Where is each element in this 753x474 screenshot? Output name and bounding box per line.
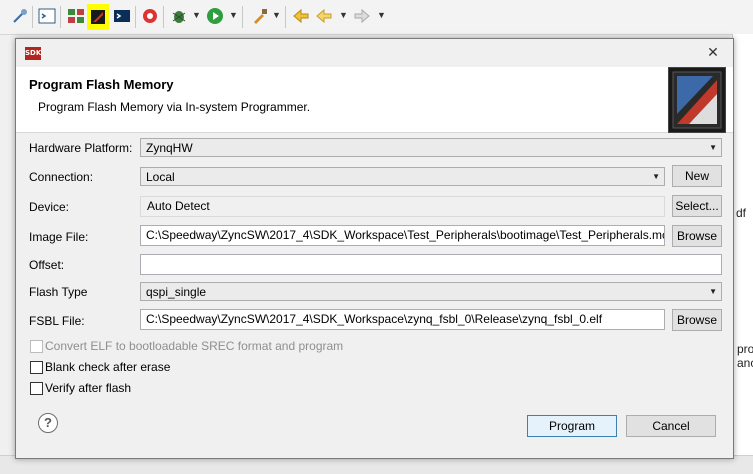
chevron-down-icon: ▼ xyxy=(709,143,717,152)
dialog-description: Program Flash Memory via In-system Progr… xyxy=(38,100,311,114)
background-text: df xyxy=(736,206,747,220)
flash-banner-icon xyxy=(668,67,726,133)
dialog-titlebar: SDK ✕ xyxy=(16,39,733,67)
grid-icon[interactable] xyxy=(66,6,86,26)
fsbl-file-input[interactable]: C:\Speedway\ZyncSW\2017_4\SDK_Workspace\… xyxy=(140,309,665,330)
program-flash-icon[interactable] xyxy=(87,4,109,30)
background-editor-panel xyxy=(732,34,753,473)
flash-type-label: Flash Type xyxy=(29,285,88,299)
device-label: Device: xyxy=(29,200,70,214)
background-text: pro xyxy=(737,342,753,356)
offset-label: Offset: xyxy=(29,258,65,272)
ide-toolbar: ▼ ▼ ▼ ▼ ▼ xyxy=(0,0,753,35)
fsbl-file-label: FSBL File: xyxy=(29,314,85,328)
device-field: Auto Detect xyxy=(140,196,665,217)
connection-value: Local xyxy=(146,170,175,184)
hardware-platform-select[interactable]: ZynqHW ▼ xyxy=(140,138,722,157)
browse-fsbl-button[interactable]: Browse xyxy=(672,309,722,331)
program-button[interactable]: Program xyxy=(527,415,617,437)
background-text: anc xyxy=(737,356,753,370)
flash-type-select[interactable]: qspi_single ▼ xyxy=(140,282,722,301)
cancel-button[interactable]: Cancel xyxy=(626,415,716,437)
back-nav-icon[interactable] xyxy=(314,6,334,26)
chevron-down-icon: ▼ xyxy=(652,172,660,181)
blank-check-label[interactable]: Blank check after erase xyxy=(45,360,170,374)
offset-input[interactable] xyxy=(140,254,722,275)
convert-elf-label: Convert ELF to bootloadable SREC format … xyxy=(45,339,344,353)
xilinx-icon[interactable] xyxy=(140,6,160,26)
tools-icon[interactable] xyxy=(250,6,270,26)
debug-icon[interactable] xyxy=(169,6,189,26)
dialog-title: Program Flash Memory xyxy=(29,77,174,92)
pin-icon[interactable] xyxy=(10,6,30,26)
connection-select[interactable]: Local ▼ xyxy=(140,167,665,186)
convert-elf-checkbox xyxy=(30,340,43,353)
browse-image-button[interactable]: Browse xyxy=(672,225,722,247)
hardware-platform-label: Hardware Platform: xyxy=(29,141,133,155)
close-icon[interactable]: ✕ xyxy=(705,44,721,60)
image-file-input[interactable]: C:\Speedway\ZyncSW\2017_4\SDK_Workspace\… xyxy=(140,225,665,246)
image-file-label: Image File: xyxy=(29,230,89,244)
console-icon[interactable] xyxy=(112,6,132,26)
forward-icon[interactable] xyxy=(352,6,372,26)
verify-label[interactable]: Verify after flash xyxy=(45,381,131,395)
back-icon[interactable] xyxy=(291,6,311,26)
new-connection-button[interactable]: New xyxy=(672,165,722,187)
chevron-down-icon: ▼ xyxy=(709,287,717,296)
dialog-banner: Program Flash Memory Program Flash Memor… xyxy=(16,67,733,133)
blank-check-checkbox[interactable] xyxy=(30,361,43,374)
flash-type-value: qspi_single xyxy=(146,285,207,299)
help-icon[interactable]: ? xyxy=(38,413,58,433)
select-device-button[interactable]: Select... xyxy=(672,195,722,217)
run-icon[interactable] xyxy=(205,6,225,26)
terminal-icon[interactable] xyxy=(37,6,57,26)
verify-checkbox[interactable] xyxy=(30,382,43,395)
connection-label: Connection: xyxy=(29,170,94,184)
hardware-platform-value: ZynqHW xyxy=(146,141,193,155)
program-flash-dialog: SDK ✕ Program Flash Memory Program Flash… xyxy=(15,38,734,459)
sdk-icon: SDK xyxy=(25,47,41,60)
